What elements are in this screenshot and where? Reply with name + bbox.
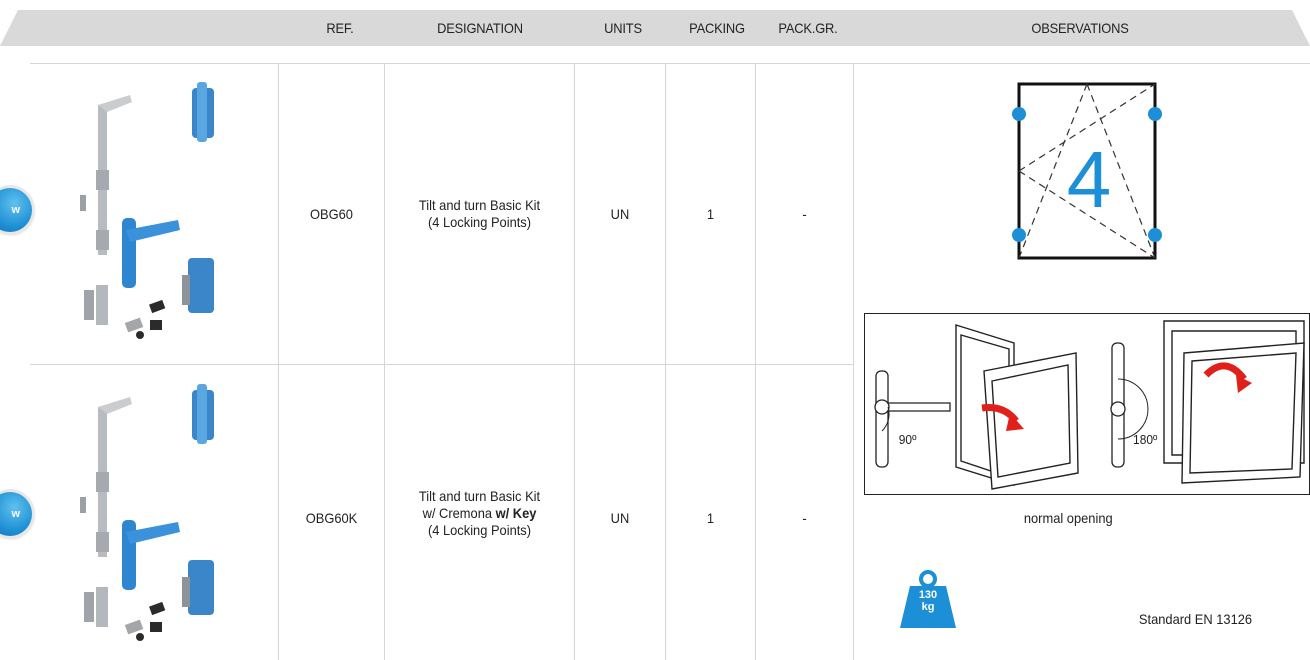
designation-plain-part: w/ Cremona [422,505,496,521]
designation-cell: Tilt and turn Basic Kit w/ Cremona w/ Ke… [393,488,567,539]
packing-cell: 1 [706,510,715,526]
locking-point-dot [1148,228,1162,242]
new-badge: w [0,188,32,232]
hardware-kit-image [80,82,214,339]
units-cell: UN [610,206,630,222]
pack-gr-cell: - [802,206,807,222]
angle-turn-label: 90º [898,432,917,447]
new-badge: w [0,492,32,536]
weight-unit: kg [921,601,935,613]
header-designation: DESIGNATION [437,20,523,36]
header-units: UNITS [604,20,642,36]
locking-point-dot [1012,228,1026,242]
locking-point-dot [1012,107,1026,121]
opening-caption: normal opening [1023,510,1113,526]
hardware-kit-image [80,384,214,641]
column-divider [278,63,279,660]
units-cell: UN [610,510,630,526]
header-ref: REF. [326,20,354,36]
column-divider [384,63,385,660]
designation-line: w/ Cremona w/ Key [393,505,567,522]
designation-line: (4 Locking Points) [427,522,532,538]
designation-bold-part: w/ Key [495,505,537,521]
packing-cell: 1 [706,206,715,222]
ref-cell: OBG60 [310,206,353,222]
row-divider-top [30,63,1310,64]
weight-value: 130 [918,589,938,601]
locking-points-number: 4 [1067,135,1112,224]
locking-point-dot [1148,107,1162,121]
ref-cell: OBG60K [305,510,358,526]
designation-cell: Tilt and turn Basic Kit (4 Locking Point… [393,197,567,231]
opening-illustration [864,313,1310,495]
angle-tilt-label: 180º [1133,432,1158,447]
column-divider [574,63,575,660]
column-divider [755,63,756,660]
header-observations: OBSERVATIONS [1031,20,1129,36]
column-divider [665,63,666,660]
locking-points-diagram: 4 [1012,82,1162,260]
pack-gr-cell: - [802,510,807,526]
standard-label: Standard EN 13126 [1138,611,1253,627]
designation-line: Tilt and turn Basic Kit [418,488,541,504]
header-packing: PACKING [689,20,745,36]
window-tilt-icon [1163,320,1305,484]
column-divider [853,63,854,660]
header-pack-gr: PACK.GR. [778,20,838,36]
designation-line: (4 Locking Points) [427,214,532,230]
row-divider-middle [30,364,854,365]
designation-line: Tilt and turn Basic Kit [418,197,541,213]
